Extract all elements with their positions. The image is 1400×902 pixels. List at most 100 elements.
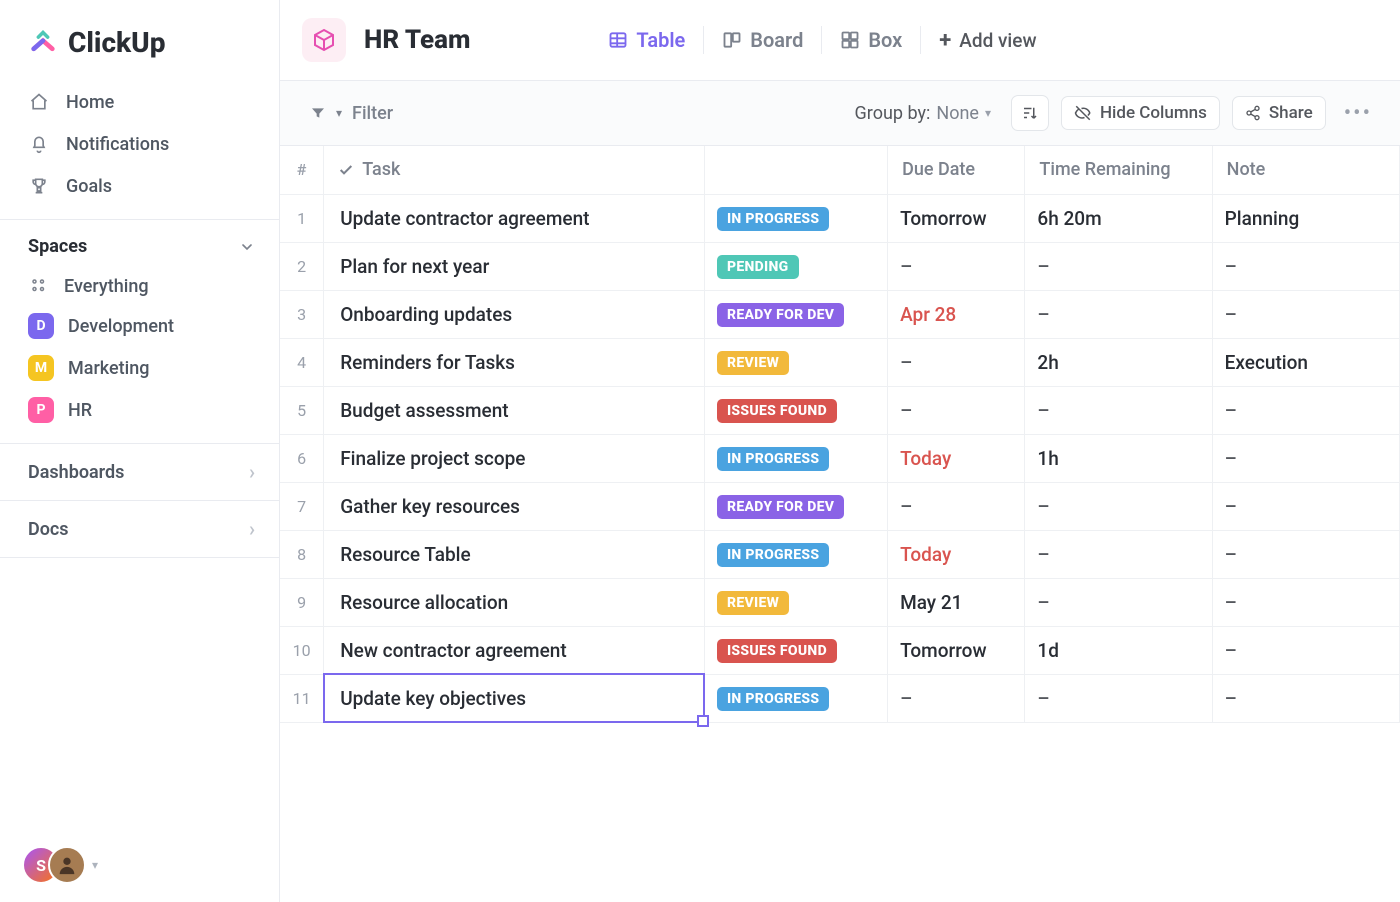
cell-num[interactable]: 4 [280, 338, 324, 386]
cell-task[interactable]: Finalize project scope [324, 434, 705, 482]
cell-time[interactable]: – [1025, 578, 1212, 626]
cell-note[interactable]: – [1212, 242, 1399, 290]
cell-time[interactable]: 1h [1025, 434, 1212, 482]
space-icon[interactable] [302, 18, 346, 62]
cell-note[interactable]: – [1212, 626, 1399, 674]
cell-status[interactable]: IN PROGRESS [704, 674, 887, 722]
add-view-button[interactable]: + Add view [939, 28, 1036, 53]
cell-due[interactable]: Tomorrow [888, 626, 1025, 674]
cell-time[interactable]: – [1025, 530, 1212, 578]
cell-time[interactable]: – [1025, 674, 1212, 722]
table-row[interactable]: 9 Resource allocation REVIEW May 21 – – [280, 578, 1400, 626]
col-header-num[interactable]: # [280, 146, 324, 194]
cell-time[interactable]: 6h 20m [1025, 194, 1212, 242]
cell-status[interactable]: IN PROGRESS [704, 194, 887, 242]
sidebar-item-everything[interactable]: Everything [0, 267, 279, 305]
col-header-status[interactable] [704, 146, 887, 194]
cell-status[interactable]: IN PROGRESS [704, 434, 887, 482]
cell-note[interactable]: – [1212, 386, 1399, 434]
cell-status[interactable]: ISSUES FOUND [704, 626, 887, 674]
cell-status[interactable]: PENDING [704, 242, 887, 290]
cell-status[interactable]: READY FOR DEV [704, 482, 887, 530]
sort-button[interactable] [1011, 95, 1049, 131]
sidebar-space-marketing[interactable]: M Marketing [0, 347, 279, 389]
col-header-note[interactable]: Note [1212, 146, 1399, 194]
cell-task[interactable]: Update key objectives [324, 674, 705, 722]
table-row[interactable]: 11 Update key objectives IN PROGRESS – –… [280, 674, 1400, 722]
col-header-task[interactable]: Task [324, 146, 705, 194]
cell-num[interactable]: 11 [280, 674, 324, 722]
share-button[interactable]: Share [1232, 96, 1326, 130]
cell-due[interactable]: Apr 28 [888, 290, 1025, 338]
table-row[interactable]: 10 New contractor agreement ISSUES FOUND… [280, 626, 1400, 674]
cell-due[interactable]: Tomorrow [888, 194, 1025, 242]
cell-note[interactable]: Planning [1212, 194, 1399, 242]
sidebar-item-home[interactable]: Home [0, 81, 279, 123]
cell-status[interactable]: IN PROGRESS [704, 530, 887, 578]
group-by-select[interactable]: Group by: None ▾ [855, 103, 991, 124]
cell-task[interactable]: Resource allocation [324, 578, 705, 626]
cell-due[interactable]: Today [888, 434, 1025, 482]
cell-task[interactable]: Gather key resources [324, 482, 705, 530]
sidebar-item-docs[interactable]: Docs › [0, 501, 279, 557]
more-menu[interactable]: ••• [1338, 101, 1378, 126]
cell-due[interactable]: Today [888, 530, 1025, 578]
cell-num[interactable]: 7 [280, 482, 324, 530]
cell-task[interactable]: Reminders for Tasks [324, 338, 705, 386]
table-row[interactable]: 5 Budget assessment ISSUES FOUND – – – [280, 386, 1400, 434]
table-row[interactable]: 6 Finalize project scope IN PROGRESS Tod… [280, 434, 1400, 482]
cell-due[interactable]: – [888, 482, 1025, 530]
table-row[interactable]: 4 Reminders for Tasks REVIEW – 2h Execut… [280, 338, 1400, 386]
cell-num[interactable]: 1 [280, 194, 324, 242]
sidebar-space-development[interactable]: D Development [0, 305, 279, 347]
cell-time[interactable]: 2h [1025, 338, 1212, 386]
cell-task[interactable]: Update contractor agreement [324, 194, 705, 242]
cell-note[interactable]: – [1212, 434, 1399, 482]
col-header-time[interactable]: Time Remaining [1025, 146, 1212, 194]
cell-note[interactable]: – [1212, 530, 1399, 578]
cell-time[interactable]: – [1025, 242, 1212, 290]
spaces-header[interactable]: Spaces [0, 220, 279, 267]
cell-note[interactable]: – [1212, 290, 1399, 338]
cell-note[interactable]: Execution [1212, 338, 1399, 386]
hide-columns-button[interactable]: Hide Columns [1061, 96, 1220, 130]
cell-task[interactable]: Resource Table [324, 530, 705, 578]
view-tab-box[interactable]: Box [822, 24, 920, 56]
sidebar-item-notifications[interactable]: Notifications [0, 123, 279, 165]
cell-note[interactable]: – [1212, 674, 1399, 722]
cell-task[interactable]: Onboarding updates [324, 290, 705, 338]
cell-num[interactable]: 9 [280, 578, 324, 626]
sidebar-item-dashboards[interactable]: Dashboards › [0, 444, 279, 500]
cell-num[interactable]: 6 [280, 434, 324, 482]
cell-status[interactable]: READY FOR DEV [704, 290, 887, 338]
table-row[interactable]: 3 Onboarding updates READY FOR DEV Apr 2… [280, 290, 1400, 338]
cell-due[interactable]: – [888, 386, 1025, 434]
col-header-due[interactable]: Due Date [888, 146, 1025, 194]
cell-status[interactable]: REVIEW [704, 578, 887, 626]
cell-num[interactable]: 2 [280, 242, 324, 290]
cell-note[interactable]: – [1212, 482, 1399, 530]
cell-num[interactable]: 8 [280, 530, 324, 578]
cell-num[interactable]: 5 [280, 386, 324, 434]
table-row[interactable]: 7 Gather key resources READY FOR DEV – –… [280, 482, 1400, 530]
cell-task[interactable]: Budget assessment [324, 386, 705, 434]
cell-num[interactable]: 10 [280, 626, 324, 674]
cell-due[interactable]: – [888, 674, 1025, 722]
user-menu[interactable]: S ▾ [22, 846, 98, 884]
sidebar-space-hr[interactable]: P HR [0, 389, 279, 431]
cell-task[interactable]: New contractor agreement [324, 626, 705, 674]
cell-time[interactable]: – [1025, 290, 1212, 338]
cell-status[interactable]: REVIEW [704, 338, 887, 386]
view-tab-board[interactable]: Board [704, 24, 821, 56]
cell-time[interactable]: 1d [1025, 626, 1212, 674]
app-logo[interactable]: ClickUp [0, 0, 279, 73]
table-row[interactable]: 8 Resource Table IN PROGRESS Today – – [280, 530, 1400, 578]
cell-due[interactable]: – [888, 242, 1025, 290]
cell-note[interactable]: – [1212, 578, 1399, 626]
cell-status[interactable]: ISSUES FOUND [704, 386, 887, 434]
cell-num[interactable]: 3 [280, 290, 324, 338]
sidebar-item-goals[interactable]: Goals [0, 165, 279, 207]
cell-due[interactable]: May 21 [888, 578, 1025, 626]
table-row[interactable]: 1 Update contractor agreement IN PROGRES… [280, 194, 1400, 242]
cell-due[interactable]: – [888, 338, 1025, 386]
